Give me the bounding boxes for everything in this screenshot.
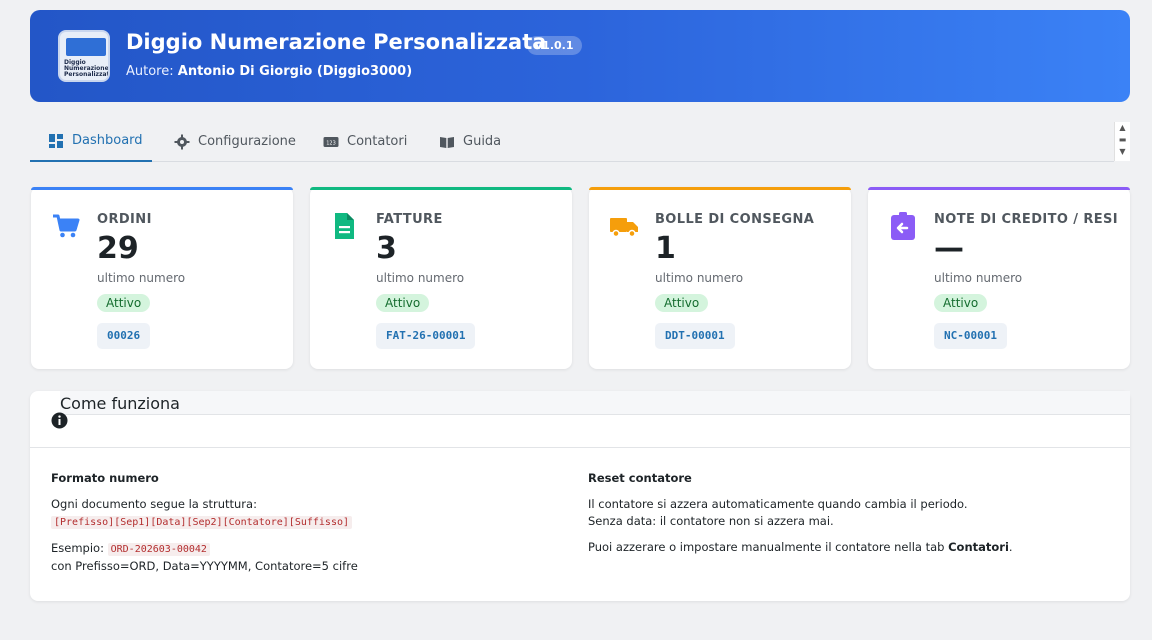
card-accent (589, 187, 851, 190)
example-code: ORD-202603-00042 (107, 543, 210, 556)
card-sublabel: ultimo numero (376, 271, 465, 285)
format-description: Ogni documento segue la struttura: [Pref… (51, 496, 551, 531)
example-description: con Prefisso=ORD, Data=YYYYMM, Contatore… (51, 559, 358, 573)
tab-label: Contatori (347, 134, 408, 149)
author-line: Autore: Antonio Di Giorgio (Diggio3000) (126, 64, 412, 79)
card-accent (868, 187, 1130, 190)
structure-code: [Prefisso][Sep1][Data][Sep2][Contatore][… (51, 516, 353, 529)
scroll-down-icon[interactable]: ▼ (1115, 146, 1130, 158)
format-code: NC-00001 (934, 323, 1007, 349)
gear-icon (174, 134, 190, 149)
status-badge: Attivo (655, 294, 709, 312)
cart-icon (53, 214, 80, 238)
author-prefix: Autore: (126, 64, 174, 79)
card-sublabel: ultimo numero (655, 271, 744, 285)
tab-configurazione[interactable]: Configurazione (174, 121, 296, 162)
format-heading: Formato numero (51, 471, 159, 485)
reset-column: Reset contatore Il contatore si azzera a… (588, 470, 1108, 565)
tab-label: Dashboard (72, 133, 143, 148)
info-panel: Come funziona Formato numero Ogni docume… (30, 391, 1130, 601)
reset-line-3-suffix: . (1008, 540, 1013, 554)
reset-line-2: Senza data: il contatore non si azzera m… (588, 514, 834, 528)
card-value: 29 (97, 231, 139, 266)
card-note-credito: NOTE DI CREDITO / RESI — ultimo numero A… (868, 187, 1130, 369)
structure-text: Ogni documento segue la struttura: (51, 497, 257, 511)
card-accent (310, 187, 572, 190)
card-label: FATTURE (376, 212, 443, 227)
info-icon (51, 412, 68, 429)
svg-text:123: 123 (326, 140, 336, 146)
reset-manual-note: Puoi azzerare o impostare manualmente il… (588, 539, 1108, 556)
tab-label: Guida (463, 134, 502, 149)
scrollbar[interactable]: ▲ ▬ ▼ (1114, 122, 1130, 161)
card-label: ORDINI (97, 212, 152, 227)
tab-dashboard[interactable]: Dashboard (30, 121, 152, 162)
format-code: 00026 (97, 323, 151, 349)
card-value: — (934, 231, 964, 266)
reset-line-1: Il contatore si azzera automaticamente q… (588, 497, 968, 511)
plugin-title: Diggio Numerazione Personalizzata (126, 30, 547, 54)
card-ordini: ORDINI 29 ultimo numero Attivo 00026 (31, 187, 293, 369)
format-code: DDT-00001 (655, 323, 735, 349)
card-sublabel: ultimo numero (934, 271, 1023, 285)
card-label: NOTE DI CREDITO / RESI (934, 212, 1119, 227)
card-fatture: FATTURE 3 ultimo numero Attivo FAT-26-00… (310, 187, 572, 369)
plugin-header: Diggio Numerazione Personalizzata Diggio N… (30, 10, 1130, 102)
status-badge: Attivo (97, 294, 151, 312)
tab-bar: Dashboard Configurazione 123 Contatori G… (30, 121, 1114, 162)
example-label: Esempio: (51, 541, 104, 555)
status-badge: Attivo (376, 294, 430, 312)
counter-icon: 123 (323, 136, 339, 147)
scroll-up-icon[interactable]: ▲ (1115, 122, 1130, 134)
document-icon (335, 213, 354, 239)
card-bolle: BOLLE DI CONSEGNA 1 ultimo numero Attivo… (589, 187, 851, 369)
book-icon (440, 136, 454, 148)
dashboard-icon (49, 133, 63, 148)
card-label: BOLLE DI CONSEGNA (655, 212, 815, 227)
scroll-grip-icon: ▬ (1118, 135, 1127, 144)
return-icon (891, 212, 915, 240)
example-block: Esempio: ORD-202603-00042 con Prefisso=O… (51, 540, 551, 575)
tab-contatori[interactable]: 123 Contatori (323, 121, 407, 162)
info-title: Come funziona (60, 394, 180, 413)
plugin-logo: Diggio Numerazione Personalizzata (58, 30, 110, 82)
status-badge: Attivo (934, 294, 988, 312)
author-name: Antonio Di Giorgio (Diggio3000) (177, 64, 413, 79)
tab-guida[interactable]: Guida (439, 121, 501, 162)
format-column: Formato numero Ogni documento segue la s… (51, 470, 551, 584)
card-accent (31, 187, 293, 190)
truck-icon (610, 218, 638, 238)
reset-line-3: Puoi azzerare o impostare manualmente il… (588, 540, 945, 554)
reset-description: Il contatore si azzera automaticamente q… (588, 496, 1108, 530)
card-sublabel: ultimo numero (97, 271, 186, 285)
contatori-link-text: Contatori (948, 540, 1009, 554)
reset-heading: Reset contatore (588, 471, 692, 485)
format-code: FAT-26-00001 (376, 323, 476, 349)
tab-label: Configurazione (198, 134, 296, 149)
card-value: 1 (655, 231, 676, 266)
info-header (60, 391, 1130, 415)
version-badge: v1.0.1 (527, 36, 582, 55)
card-value: 3 (376, 231, 397, 266)
